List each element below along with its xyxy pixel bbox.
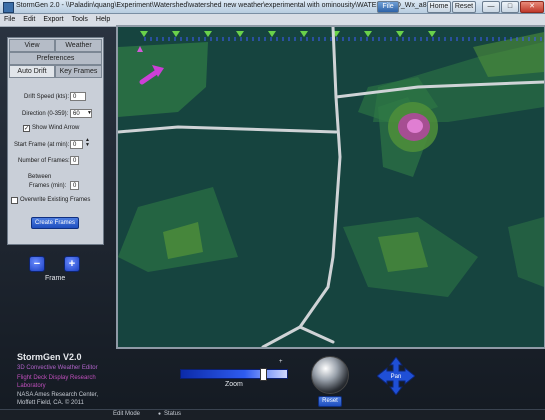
direction-label: Direction (0-359): <box>22 111 69 117</box>
close-button[interactable]: ✕ <box>520 1 544 13</box>
show-wind-arrow-label: Show Wind Arrow <box>32 125 80 131</box>
menu-export[interactable]: Export <box>39 14 67 26</box>
show-wind-arrow-checkbox[interactable]: ✓ <box>23 125 30 132</box>
zoom-slider[interactable] <box>180 368 288 381</box>
frame-label: Frame <box>45 275 66 282</box>
zoom-slider-thumb[interactable] <box>260 368 267 381</box>
drift-speed-label: Drift Speed (kts): <box>24 94 70 100</box>
timeline-ticks[interactable] <box>140 37 544 42</box>
edit-mode-label: Edit Mode <box>113 411 141 417</box>
rotate-sphere-control[interactable] <box>311 356 349 394</box>
start-frame-input[interactable]: 0 <box>70 140 83 149</box>
tab-key-frames[interactable]: Key Frames <box>55 65 102 78</box>
pan-control[interactable]: Pan <box>376 356 416 396</box>
tab-view[interactable]: View <box>9 39 55 52</box>
pan-arrows-icon[interactable]: Pan <box>376 356 416 396</box>
overwrite-label: Overwrite Existing Frames <box>20 197 91 203</box>
app-subtitle: 3D Convective Weather Editor <box>17 365 98 371</box>
zoom-max-marker: + <box>279 359 283 365</box>
app-icon <box>3 2 14 13</box>
app-name: StormGen V2.0 <box>17 352 82 362</box>
tab-preferences[interactable]: Preferences <box>9 52 102 65</box>
number-of-frames-input[interactable]: 0 <box>70 156 79 165</box>
start-frame-stepper[interactable]: ▲ ▼ <box>85 138 90 148</box>
frames-min-label: Frames (min): <box>29 183 67 189</box>
reset-quick-button[interactable]: Reset <box>452 1 476 13</box>
org-line2: Moffett Field, CA. © 2011 <box>17 400 84 406</box>
next-frame-button[interactable]: + <box>64 256 80 272</box>
number-of-frames-label: Number of Frames: <box>18 158 70 164</box>
status-label: Status <box>164 411 182 417</box>
overwrite-checkbox[interactable] <box>11 197 18 204</box>
status-bar: Edit Mode ● Status <box>0 409 545 420</box>
pan-label: Pan <box>391 374 402 380</box>
status-dot-icon: ● <box>158 411 162 417</box>
title-bar: StormGen 2.0 - \\Paladin\quang\Experimen… <box>0 0 545 14</box>
home-quick-button[interactable]: Home <box>427 1 451 13</box>
weather-map[interactable] <box>116 25 545 349</box>
maximize-button[interactable]: □ <box>501 1 519 13</box>
weather-map-canvas[interactable] <box>118 27 544 347</box>
menu-edit[interactable]: Edit <box>19 14 39 26</box>
reset-button[interactable]: Reset <box>318 396 342 407</box>
lab-name-line1: Flight Deck Display Research <box>17 375 96 381</box>
drift-speed-input[interactable]: 0 <box>70 92 86 101</box>
previous-frame-button[interactable]: − <box>29 256 45 272</box>
chevron-down-icon[interactable]: ▼ <box>87 110 92 116</box>
window-title: StormGen 2.0 - \\Paladin\quang\Experimen… <box>16 2 440 9</box>
menu-help[interactable]: Help <box>92 14 114 26</box>
tab-weather[interactable]: Weather <box>55 39 102 52</box>
between-label: Between <box>28 174 52 180</box>
file-quick-button[interactable]: File <box>377 1 399 13</box>
menu-file[interactable]: File <box>0 14 19 26</box>
storm-peak-right <box>407 119 423 133</box>
minimize-button[interactable]: — <box>482 1 500 13</box>
start-frame-label: Start Frame (at min): <box>14 142 70 148</box>
org-line1: NASA Ames Research Center, <box>17 392 99 398</box>
settings-panel: View Weather Preferences Auto Drift Key … <box>7 37 104 245</box>
lab-name-line2: Laboratory <box>17 383 46 389</box>
frames-min-input[interactable]: 0 <box>70 181 79 190</box>
menu-tools[interactable]: Tools <box>68 14 92 26</box>
create-frames-button[interactable]: Create Frames <box>31 217 79 229</box>
zoom-label: Zoom <box>225 381 243 388</box>
tab-auto-drift[interactable]: Auto Drift <box>9 65 55 78</box>
